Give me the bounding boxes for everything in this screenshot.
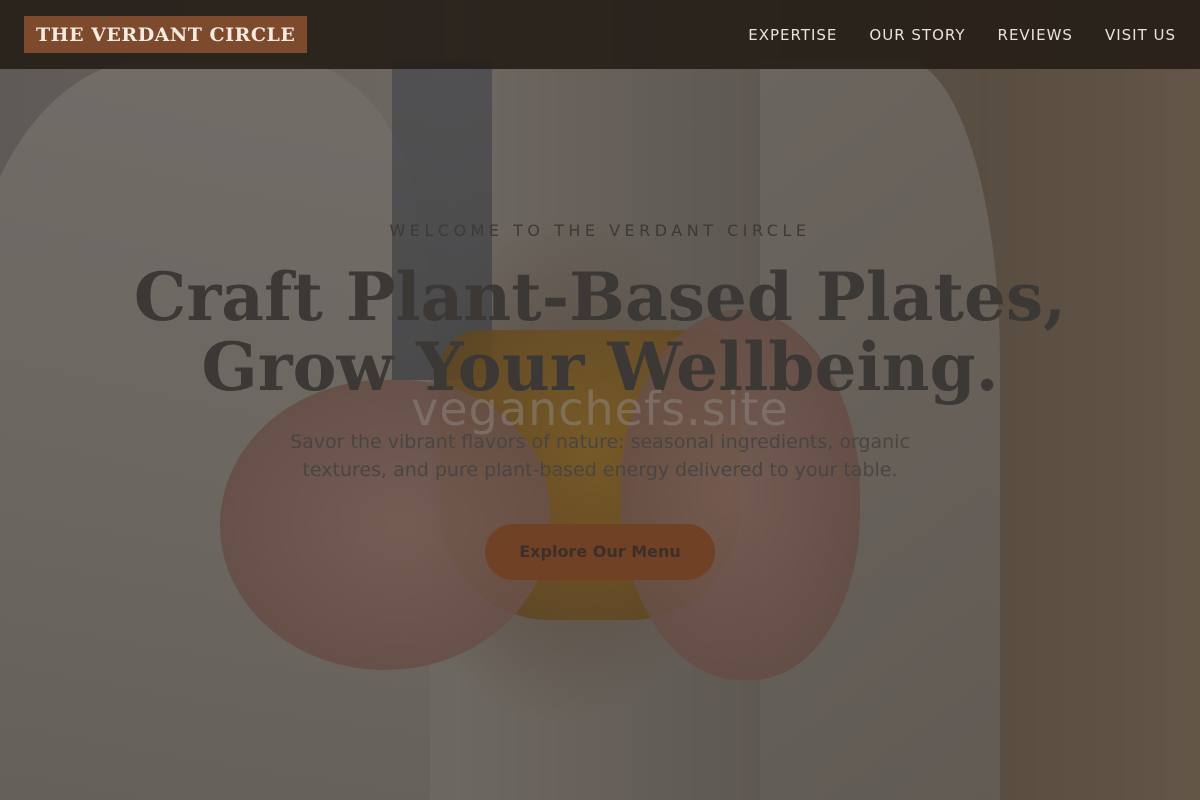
hero-subtitle: Savor the vibrant flavors of nature: sea… (290, 431, 910, 481)
nav-link-our-story[interactable]: OUR STORY (869, 26, 965, 44)
hero-section: WELCOME TO THE VERDANT CIRCLE Craft Plan… (0, 0, 1200, 800)
page: THE VERDANT CIRCLE EXPERTISE OUR STORY R… (0, 0, 1200, 800)
hero-headline: Craft Plant-Based Plates, Grow Your Well… (100, 262, 1100, 402)
hero-headline-line-1: Craft Plant-Based Plates, (133, 258, 1067, 336)
brand-logo[interactable]: THE VERDANT CIRCLE (24, 16, 308, 53)
main-nav: EXPERTISE OUR STORY REVIEWS VISIT US (748, 26, 1176, 44)
nav-link-expertise[interactable]: EXPERTISE (748, 26, 837, 44)
hero-eyebrow: WELCOME TO THE VERDANT CIRCLE (389, 221, 811, 240)
explore-menu-button[interactable]: Explore Our Menu (485, 524, 715, 580)
nav-link-reviews[interactable]: REVIEWS (998, 26, 1073, 44)
site-header: THE VERDANT CIRCLE EXPERTISE OUR STORY R… (0, 0, 1200, 69)
nav-link-visit-us[interactable]: VISIT US (1105, 26, 1176, 44)
